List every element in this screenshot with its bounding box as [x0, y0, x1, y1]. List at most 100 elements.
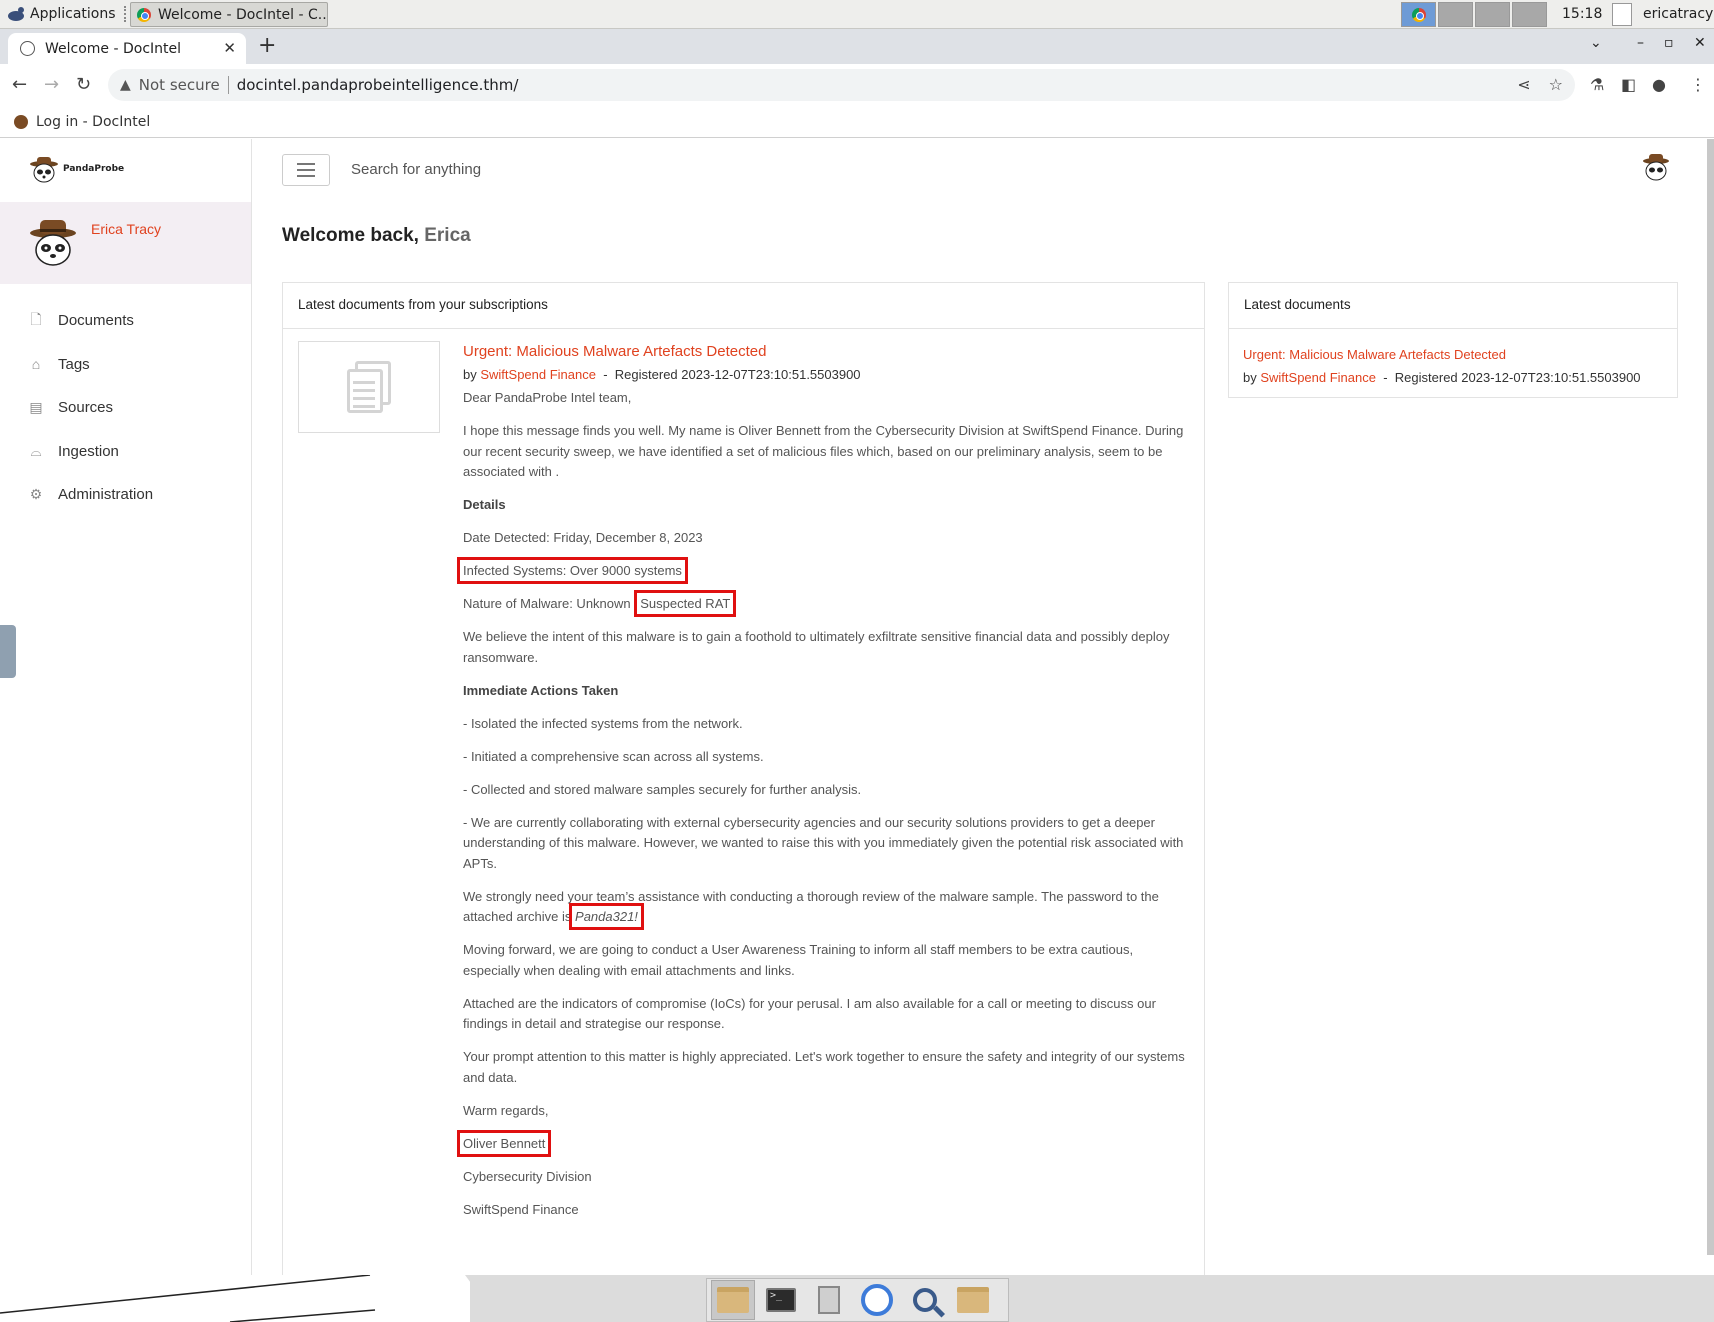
address-bar[interactable]: ▲ Not secure docintel.pandaprobeintellig… — [108, 69, 1575, 101]
training-paragraph: Moving forward, we are going to conduct … — [463, 942, 1134, 978]
password-highlight: Panda321! — [569, 903, 644, 930]
dock-search[interactable] — [903, 1280, 947, 1320]
labs-icon[interactable]: ⚗ — [1590, 75, 1604, 94]
applications-menu[interactable]: Applications — [6, 5, 116, 23]
globe-icon — [20, 41, 35, 56]
action-item: - Initiated a comprehensive scan across … — [463, 748, 764, 764]
sidebar-item-sources[interactable]: ▤ Sources — [0, 386, 251, 430]
workspace-1[interactable] — [1401, 2, 1436, 27]
reload-icon[interactable]: ↻ — [76, 74, 91, 95]
session-user[interactable]: ericatracy — [1643, 6, 1713, 22]
password-text: We strongly need your team’s assistance … — [463, 888, 1159, 925]
application-dock: >_ — [706, 1278, 1009, 1322]
search-icon — [913, 1288, 937, 1312]
document-thumbnail[interactable] — [298, 341, 440, 433]
minimize-button[interactable]: – — [1637, 35, 1644, 51]
sidebar-item-ingestion[interactable]: ⌓ Ingestion — [0, 430, 251, 474]
user-avatar[interactable] — [29, 218, 77, 268]
tab-title: Welcome - DocIntel — [45, 40, 182, 57]
date-detected: Date Detected: Friday, December 8, 2023 — [463, 530, 703, 545]
nature-of-malware: Nature of Malware: Unknown Suspected RAT — [463, 590, 1193, 617]
user-name-link[interactable]: Erica Tracy — [91, 221, 161, 237]
action-item: - Collected and stored malware samples s… — [463, 781, 862, 797]
sidebar-item-administration[interactable]: ⚙ Administration — [0, 473, 251, 517]
battery-icon[interactable] — [1612, 3, 1632, 26]
nature-prefix: Nature of Malware: Unknown — [463, 596, 631, 611]
browser-tab-strip: Welcome - DocIntel ✕ + ⌄ – ▫ ✕ — [0, 29, 1714, 64]
division: Cybersecurity Division — [463, 1168, 592, 1184]
by-label: by — [1243, 370, 1257, 385]
dock-home-folder[interactable] — [711, 1280, 755, 1320]
registered-date: Registered 2023-12-07T23:10:51.5503900 — [1394, 370, 1641, 385]
url-text[interactable]: docintel.pandaprobeintelligence.thm/ — [237, 76, 519, 94]
password-paragraph: We strongly need your team’s assistance … — [463, 887, 1193, 930]
dock-file-manager[interactable] — [807, 1280, 851, 1320]
user-profile-panel: Erica Tracy — [0, 202, 251, 284]
document-meta: by SwiftSpend Finance - Registered 2023-… — [463, 367, 1193, 382]
terminal-icon: >_ — [766, 1288, 796, 1312]
bottom-panel-bg — [470, 1275, 1714, 1322]
closing-paragraph: Your prompt attention to this matter is … — [463, 1049, 1185, 1085]
back-icon[interactable]: ← — [12, 74, 27, 95]
sidebar-item-tags[interactable]: ⌂ Tags — [0, 343, 251, 387]
workspace-2[interactable] — [1438, 2, 1473, 27]
dock-browser[interactable] — [855, 1280, 899, 1320]
document-title-link[interactable]: Urgent: Malicious Malware Artefacts Dete… — [463, 343, 1193, 360]
sidebar-item-label: Sources — [58, 399, 114, 417]
maximize-button[interactable]: ▫ — [1664, 35, 1674, 51]
brand-name: PandaProbe — [63, 164, 125, 174]
workspace-switcher[interactable] — [1401, 2, 1547, 27]
close-tab-icon[interactable]: ✕ — [223, 39, 236, 57]
suspected-rat-highlight: Suspected RAT — [634, 590, 737, 617]
folder-icon — [957, 1287, 989, 1313]
panda-logo-icon — [30, 157, 58, 183]
tab-search-icon[interactable]: ⌄ — [1590, 35, 1602, 51]
brand-logo[interactable]: PandaProbe — [29, 155, 124, 183]
signature-highlight: Oliver Bennett — [456, 1129, 552, 1157]
xfce-logo-icon — [8, 7, 24, 21]
forward-icon[interactable]: → — [44, 74, 59, 95]
browser-tab[interactable]: Welcome - DocIntel ✕ — [8, 33, 246, 64]
intent-paragraph: We believe the intent of this malware is… — [463, 629, 1170, 665]
bookmark-login[interactable]: Log in - DocIntel — [36, 114, 150, 130]
iocs-paragraph: Attached are the indicators of compromis… — [463, 995, 1156, 1032]
address-divider — [227, 76, 229, 94]
search-input[interactable] — [351, 161, 751, 178]
source-link[interactable]: SwiftSpend Finance — [480, 367, 596, 382]
document-entry: Urgent: Malicious Malware Artefacts Dete… — [456, 343, 1193, 1220]
action-item: - Isolated the infected systems from the… — [463, 715, 743, 731]
latest-document-title-link[interactable]: Urgent: Malicious Malware Artefacts Dete… — [1243, 347, 1506, 362]
star-icon[interactable]: ☆ — [1549, 75, 1563, 94]
latest-documents-card: Latest documents Urgent: Malicious Malwa… — [1228, 282, 1678, 398]
dock-terminal[interactable]: >_ — [759, 1280, 803, 1320]
app-header — [252, 139, 1714, 203]
welcome-prefix: Welcome back, — [282, 225, 419, 246]
workspace-4[interactable] — [1512, 2, 1547, 27]
header-avatar[interactable] — [1642, 153, 1670, 181]
menu-kebab-icon[interactable]: ⋮ — [1690, 75, 1706, 94]
menu-toggle-button[interactable] — [282, 154, 330, 186]
os-top-bar: Applications Welcome - DocIntel - C... 1… — [0, 0, 1714, 29]
workspace-3[interactable] — [1475, 2, 1510, 27]
sidebar-item-documents[interactable]: 🗋 Documents — [0, 299, 251, 343]
page-scrollbar[interactable] — [1707, 139, 1714, 1255]
source-link[interactable]: SwiftSpend Finance — [1260, 370, 1376, 385]
clock[interactable]: 15:18 — [1562, 6, 1602, 22]
side-panel-icon[interactable]: ◧ — [1621, 75, 1636, 94]
share-icon[interactable]: ⋖ — [1517, 75, 1530, 94]
warning-icon[interactable]: ▲ — [120, 77, 131, 93]
page-viewport: PandaProbe Erica Tracy 🗋 Documents ⌂ Tag… — [0, 139, 1714, 1275]
not-secure-label[interactable]: Not secure — [139, 76, 220, 94]
profile-icon[interactable]: ● — [1652, 75, 1666, 94]
sidebar-item-label: Administration — [58, 486, 154, 504]
side-panel-handle[interactable] — [0, 625, 16, 678]
taskbar-window-button[interactable]: Welcome - DocIntel - C... — [130, 2, 328, 27]
greeting: Dear PandaProbe Intel team, — [463, 390, 632, 405]
card-heading: Latest documents from your subscriptions — [283, 283, 1204, 329]
page-title: Welcome back, Erica — [282, 225, 471, 247]
new-tab-button[interactable]: + — [258, 33, 276, 58]
dock-folder[interactable] — [951, 1280, 995, 1320]
inbox-icon: ⌓ — [30, 442, 42, 459]
close-window-button[interactable]: ✕ — [1694, 35, 1706, 51]
docintel-favicon-icon — [14, 114, 28, 129]
